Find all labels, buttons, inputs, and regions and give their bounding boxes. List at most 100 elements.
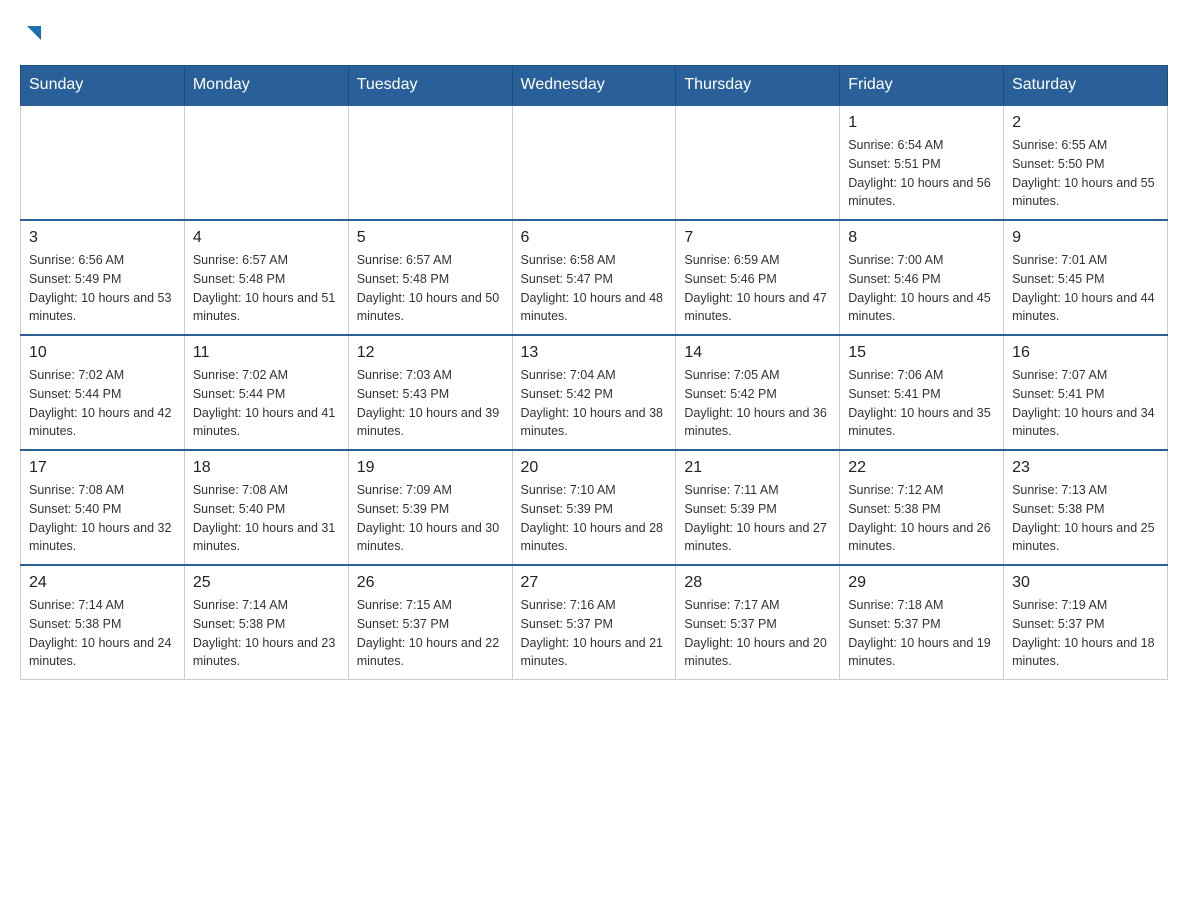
day-number: 12 bbox=[357, 344, 504, 362]
day-number: 2 bbox=[1012, 114, 1159, 132]
day-info: Sunrise: 7:08 AMSunset: 5:40 PMDaylight:… bbox=[193, 481, 340, 556]
day-number: 26 bbox=[357, 574, 504, 592]
weekday-header-row: SundayMondayTuesdayWednesdayThursdayFrid… bbox=[21, 66, 1168, 106]
calendar-cell: 30Sunrise: 7:19 AMSunset: 5:37 PMDayligh… bbox=[1004, 565, 1168, 680]
calendar-cell: 23 Sunrise: 7:13 AMSunset: 5:38 PMDayligh… bbox=[1004, 450, 1168, 565]
day-number: 11 bbox=[193, 344, 340, 362]
day-number: 13 bbox=[521, 344, 668, 362]
week-row-2: 3 Sunrise: 6:56 AMSunset: 5:49 PMDaylight… bbox=[21, 220, 1168, 335]
day-info: Sunrise: 7:08 AMSunset: 5:40 PMDaylight:… bbox=[29, 481, 176, 556]
calendar-cell: 20 Sunrise: 7:10 AMSunset: 5:39 PMDayligh… bbox=[512, 450, 676, 565]
calendar-cell: 4Sunrise: 6:57 AMSunset: 5:48 PMDaylight… bbox=[184, 220, 348, 335]
day-info: Sunrise: 6:59 AMSunset: 5:46 PMDaylight:… bbox=[684, 251, 831, 326]
weekday-header-sunday: Sunday bbox=[21, 66, 185, 106]
day-info: Sunrise: 7:12 AMSunset: 5:38 PMDaylight:… bbox=[848, 481, 995, 556]
day-info: Sunrise: 7:13 AMSunset: 5:38 PMDaylight:… bbox=[1012, 481, 1159, 556]
calendar-cell: 18Sunrise: 7:08 AMSunset: 5:40 PMDayligh… bbox=[184, 450, 348, 565]
day-number: 23 bbox=[1012, 459, 1159, 477]
day-info: Sunrise: 6:56 AMSunset: 5:49 PMDaylight:… bbox=[29, 251, 176, 326]
day-info: Sunrise: 6:54 AMSunset: 5:51 PMDaylight:… bbox=[848, 136, 995, 211]
day-number: 5 bbox=[357, 229, 504, 247]
calendar-cell: 15Sunrise: 7:06 AMSunset: 5:41 PMDayligh… bbox=[840, 335, 1004, 450]
day-number: 6 bbox=[521, 229, 668, 247]
day-number: 19 bbox=[357, 459, 504, 477]
day-number: 9 bbox=[1012, 229, 1159, 247]
day-number: 16 bbox=[1012, 344, 1159, 362]
calendar-cell: 7 Sunrise: 6:59 AMSunset: 5:46 PMDaylight… bbox=[676, 220, 840, 335]
day-info: Sunrise: 7:02 AMSunset: 5:44 PMDaylight:… bbox=[193, 366, 340, 441]
calendar-cell: 28 Sunrise: 7:17 AMSunset: 5:37 PMDayligh… bbox=[676, 565, 840, 680]
day-info: Sunrise: 7:18 AMSunset: 5:37 PMDaylight:… bbox=[848, 596, 995, 671]
day-info: Sunrise: 7:17 AMSunset: 5:37 PMDaylight:… bbox=[684, 596, 831, 671]
calendar-cell: 29 Sunrise: 7:18 AMSunset: 5:37 PMDayligh… bbox=[840, 565, 1004, 680]
day-info: Sunrise: 6:55 AMSunset: 5:50 PMDaylight:… bbox=[1012, 136, 1159, 211]
calendar-cell: 1 Sunrise: 6:54 AMSunset: 5:51 PMDaylight… bbox=[840, 105, 1004, 220]
day-number: 10 bbox=[29, 344, 176, 362]
day-info: Sunrise: 6:57 AMSunset: 5:48 PMDaylight:… bbox=[357, 251, 504, 326]
calendar-cell: 24 Sunrise: 7:14 AMSunset: 5:38 PMDayligh… bbox=[21, 565, 185, 680]
logo bbox=[20, 20, 45, 49]
day-info: Sunrise: 7:01 AMSunset: 5:45 PMDaylight:… bbox=[1012, 251, 1159, 326]
day-number: 1 bbox=[848, 114, 995, 132]
calendar-cell: 12 Sunrise: 7:03 AMSunset: 5:43 PMDayligh… bbox=[348, 335, 512, 450]
day-info: Sunrise: 7:04 AMSunset: 5:42 PMDaylight:… bbox=[521, 366, 668, 441]
calendar-cell bbox=[676, 105, 840, 220]
calendar-cell: 27 Sunrise: 7:16 AMSunset: 5:37 PMDayligh… bbox=[512, 565, 676, 680]
day-info: Sunrise: 6:58 AMSunset: 5:47 PMDaylight:… bbox=[521, 251, 668, 326]
day-info: Sunrise: 7:14 AMSunset: 5:38 PMDaylight:… bbox=[29, 596, 176, 671]
calendar-cell: 19 Sunrise: 7:09 AMSunset: 5:39 PMDayligh… bbox=[348, 450, 512, 565]
calendar-cell: 8Sunrise: 7:00 AMSunset: 5:46 PMDaylight… bbox=[840, 220, 1004, 335]
calendar-cell: 14 Sunrise: 7:05 AMSunset: 5:42 PMDayligh… bbox=[676, 335, 840, 450]
day-info: Sunrise: 7:10 AMSunset: 5:39 PMDaylight:… bbox=[521, 481, 668, 556]
calendar-cell: 11 Sunrise: 7:02 AMSunset: 5:44 PMDayligh… bbox=[184, 335, 348, 450]
weekday-header-friday: Friday bbox=[840, 66, 1004, 106]
calendar-cell: 3 Sunrise: 6:56 AMSunset: 5:49 PMDaylight… bbox=[21, 220, 185, 335]
weekday-header-wednesday: Wednesday bbox=[512, 66, 676, 106]
day-info: Sunrise: 7:07 AMSunset: 5:41 PMDaylight:… bbox=[1012, 366, 1159, 441]
day-number: 24 bbox=[29, 574, 176, 592]
week-row-4: 17 Sunrise: 7:08 AMSunset: 5:40 PMDayligh… bbox=[21, 450, 1168, 565]
day-info: Sunrise: 7:02 AMSunset: 5:44 PMDaylight:… bbox=[29, 366, 176, 441]
day-number: 30 bbox=[1012, 574, 1159, 592]
calendar-cell: 13 Sunrise: 7:04 AMSunset: 5:42 PMDayligh… bbox=[512, 335, 676, 450]
day-info: Sunrise: 7:15 AMSunset: 5:37 PMDaylight:… bbox=[357, 596, 504, 671]
day-info: Sunrise: 7:00 AMSunset: 5:46 PMDaylight:… bbox=[848, 251, 995, 326]
day-number: 29 bbox=[848, 574, 995, 592]
logo-triangle-icon bbox=[23, 22, 45, 44]
calendar-cell: 10 Sunrise: 7:02 AMSunset: 5:44 PMDayligh… bbox=[21, 335, 185, 450]
week-row-1: 1 Sunrise: 6:54 AMSunset: 5:51 PMDaylight… bbox=[21, 105, 1168, 220]
calendar-cell bbox=[21, 105, 185, 220]
weekday-header-thursday: Thursday bbox=[676, 66, 840, 106]
day-info: Sunrise: 7:16 AMSunset: 5:37 PMDaylight:… bbox=[521, 596, 668, 671]
calendar-cell: 5 Sunrise: 6:57 AMSunset: 5:48 PMDaylight… bbox=[348, 220, 512, 335]
calendar-cell bbox=[184, 105, 348, 220]
day-number: 14 bbox=[684, 344, 831, 362]
calendar-cell: 6 Sunrise: 6:58 AMSunset: 5:47 PMDaylight… bbox=[512, 220, 676, 335]
day-number: 17 bbox=[29, 459, 176, 477]
day-number: 21 bbox=[684, 459, 831, 477]
day-info: Sunrise: 7:05 AMSunset: 5:42 PMDaylight:… bbox=[684, 366, 831, 441]
day-info: Sunrise: 7:14 AMSunset: 5:38 PMDaylight:… bbox=[193, 596, 340, 671]
calendar-cell: 21Sunrise: 7:11 AMSunset: 5:39 PMDayligh… bbox=[676, 450, 840, 565]
day-number: 3 bbox=[29, 229, 176, 247]
day-number: 7 bbox=[684, 229, 831, 247]
day-number: 22 bbox=[848, 459, 995, 477]
calendar-cell: 17 Sunrise: 7:08 AMSunset: 5:40 PMDayligh… bbox=[21, 450, 185, 565]
calendar-cell: 9 Sunrise: 7:01 AMSunset: 5:45 PMDaylight… bbox=[1004, 220, 1168, 335]
day-number: 25 bbox=[193, 574, 340, 592]
weekday-header-monday: Monday bbox=[184, 66, 348, 106]
day-info: Sunrise: 7:09 AMSunset: 5:39 PMDaylight:… bbox=[357, 481, 504, 556]
calendar-cell: 25 Sunrise: 7:14 AMSunset: 5:38 PMDayligh… bbox=[184, 565, 348, 680]
page-header bbox=[20, 20, 1168, 49]
day-number: 20 bbox=[521, 459, 668, 477]
day-number: 27 bbox=[521, 574, 668, 592]
day-number: 4 bbox=[193, 229, 340, 247]
day-number: 15 bbox=[848, 344, 995, 362]
day-number: 28 bbox=[684, 574, 831, 592]
day-info: Sunrise: 7:03 AMSunset: 5:43 PMDaylight:… bbox=[357, 366, 504, 441]
weekday-header-saturday: Saturday bbox=[1004, 66, 1168, 106]
weekday-header-tuesday: Tuesday bbox=[348, 66, 512, 106]
calendar-table: SundayMondayTuesdayWednesdayThursdayFrid… bbox=[20, 65, 1168, 680]
calendar-cell bbox=[348, 105, 512, 220]
week-row-3: 10 Sunrise: 7:02 AMSunset: 5:44 PMDayligh… bbox=[21, 335, 1168, 450]
